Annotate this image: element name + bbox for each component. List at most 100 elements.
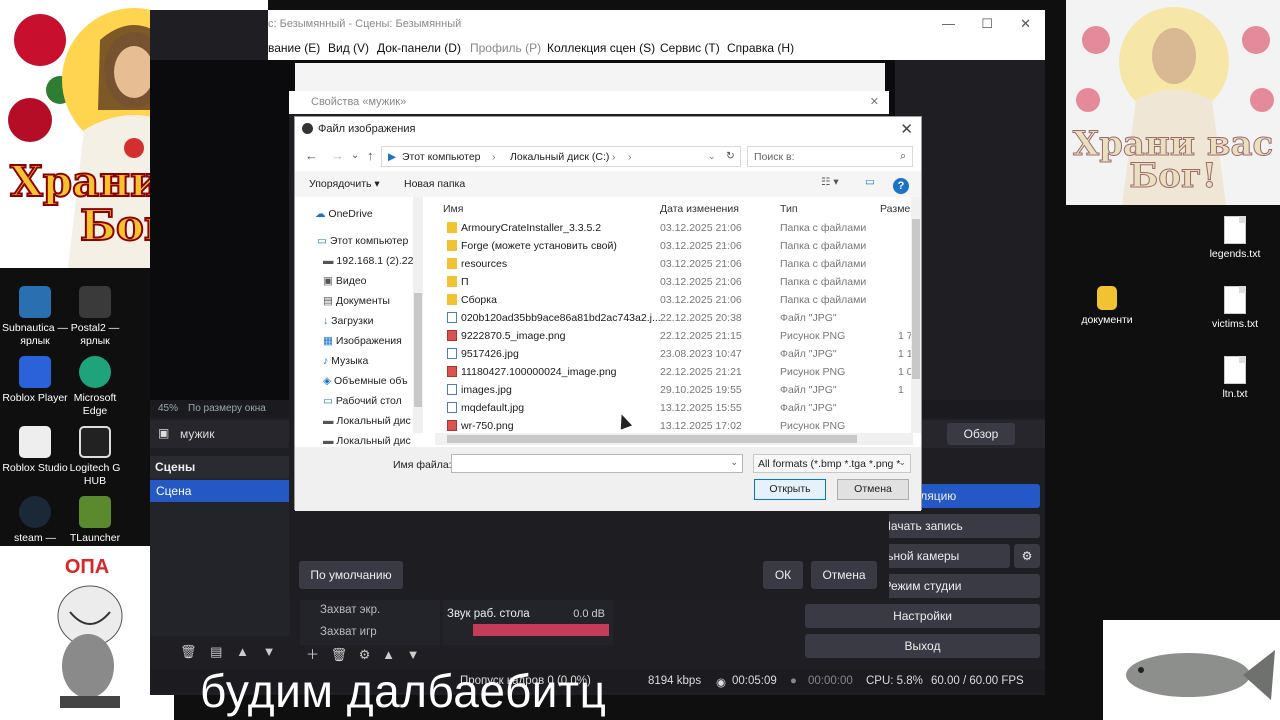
column-header-size[interactable]: Разме bbox=[880, 203, 910, 215]
zoom-mode[interactable]: По размеру окна bbox=[188, 403, 266, 414]
file-row[interactable]: 9222870.5_image.png 22.12.2025 21:15 Рисун… bbox=[435, 327, 913, 345]
file-row[interactable]: 9517426.jpg 23.08.2023 10:47 Файл "JPG" 1 1 bbox=[435, 345, 913, 363]
file-row[interactable]: 020b120ad35bb9ace86a81bd2ac743a2.j... 22.… bbox=[435, 309, 913, 327]
view-options-icon[interactable]: ☷ ▾ bbox=[821, 176, 839, 188]
tree-scrollbar[interactable] bbox=[413, 197, 423, 433]
desktop-shortcut-postal2[interactable]: Postal2 — ярлык bbox=[60, 286, 130, 348]
filter-icon[interactable]: ▤ bbox=[210, 644, 222, 659]
trash-icon[interactable]: 🗑 bbox=[180, 644, 197, 659]
desktop-file-ltn[interactable]: ltn.txt bbox=[1200, 356, 1270, 401]
menu-tools[interactable]: Сервис (T) bbox=[660, 41, 720, 55]
back-arrow-icon[interactable]: ← bbox=[305, 148, 318, 163]
tree-item-desktop[interactable]: ▭ Рабочий стол bbox=[323, 395, 402, 407]
tree-item-pictures[interactable]: ▦ Изображения bbox=[323, 335, 402, 347]
menu-view[interactable]: Вид (V) bbox=[328, 41, 369, 55]
tree-item-3d-objects[interactable]: ◈ Объемные объ bbox=[323, 375, 408, 387]
obs-menubar: вание (E) Вид (V) Док-панели (D) Профиль… bbox=[268, 38, 1045, 60]
source-item[interactable]: Захват экр. bbox=[320, 604, 380, 616]
tree-item-documents[interactable]: ▤ Документы bbox=[323, 295, 390, 307]
file-row[interactable]: mqdefault.jpg 13.12.2025 15:55 Файл "JPG" bbox=[435, 399, 913, 417]
column-header-name[interactable]: Имя bbox=[443, 203, 463, 215]
file-date: 03.12.2025 21:06 bbox=[660, 258, 742, 270]
desktop-shortcut-tlauncher[interactable]: TLauncher bbox=[60, 496, 130, 545]
maximize-icon[interactable]: ☐ bbox=[981, 16, 993, 32]
open-button[interactable]: Открыть bbox=[754, 479, 826, 500]
close-icon[interactable]: ✕ bbox=[870, 91, 879, 114]
breadcrumb-drive[interactable]: Локальный диск (C:) bbox=[510, 151, 609, 163]
file-row[interactable]: П 03.12.2025 21:06 Папка с файлами bbox=[435, 273, 913, 291]
close-icon[interactable]: ✕ bbox=[1020, 16, 1031, 32]
gear-icon[interactable]: ⚙ bbox=[359, 647, 371, 662]
minimize-icon[interactable]: — bbox=[942, 16, 955, 31]
arrow-up-icon[interactable]: ▲ bbox=[382, 647, 395, 662]
up-arrow-icon[interactable]: ↑ bbox=[367, 148, 374, 163]
close-icon[interactable]: ✕ bbox=[900, 120, 913, 138]
desktop-file-victims[interactable]: victims.txt bbox=[1200, 286, 1270, 331]
desktop-file-legends[interactable]: legends.txt bbox=[1200, 216, 1270, 261]
column-header-date[interactable]: Дата изменения bbox=[660, 203, 739, 215]
tree-item-local-disk[interactable]: ▬ Локальный дис bbox=[323, 415, 411, 427]
file-row[interactable]: resources 03.12.2025 21:06 Папка с файлами bbox=[435, 255, 913, 273]
desktop-shortcut-logitech[interactable]: Logitech G HUB bbox=[60, 426, 130, 488]
arrow-down-icon[interactable]: ▼ bbox=[263, 644, 276, 659]
chevron-down-icon[interactable]: ⌄ bbox=[730, 457, 738, 468]
add-icon[interactable]: ＋ bbox=[306, 647, 319, 662]
address-bar[interactable]: ▶ Этот компьютер › Локальный диск (C:) ›… bbox=[381, 146, 741, 167]
file-row[interactable]: Сборка 03.12.2025 21:06 Папка с файлами bbox=[435, 291, 913, 309]
breadcrumb-computer[interactable]: Этот компьютер bbox=[402, 151, 481, 163]
tree-item-videos[interactable]: ▣ Видео bbox=[323, 275, 367, 287]
arrow-up-icon[interactable]: ▲ bbox=[236, 644, 249, 659]
arrow-down-icon[interactable]: ▼ bbox=[407, 647, 420, 662]
settings-button[interactable]: Настройки bbox=[805, 604, 1040, 628]
tree-scroll-thumb[interactable] bbox=[414, 293, 422, 407]
tree-item-local-disk-2[interactable]: ▬ Локальный дис bbox=[323, 435, 411, 447]
desktop-shortcut-edge[interactable]: Microsoft Edge bbox=[60, 356, 130, 418]
list-hscroll-thumb[interactable] bbox=[447, 435, 857, 443]
browse-button[interactable]: Обзор bbox=[947, 423, 1015, 445]
file-type: Файл "JPG" bbox=[780, 402, 837, 414]
list-scroll-thumb[interactable] bbox=[912, 219, 920, 379]
column-header-type[interactable]: Тип bbox=[780, 203, 798, 215]
tree-item-music[interactable]: ♪ Музыка bbox=[323, 355, 368, 367]
menu-scene-collection[interactable]: Коллекция сцен (S) bbox=[547, 41, 655, 55]
filename-input[interactable]: ⌄ bbox=[451, 454, 743, 473]
menu-docks[interactable]: Док-панели (D) bbox=[377, 41, 461, 55]
ok-button[interactable]: ОК bbox=[763, 561, 803, 589]
menu-help[interactable]: Справка (H) bbox=[727, 41, 794, 55]
filetype-select[interactable]: All formats (*.bmp *.tga *.png * ⌄ bbox=[753, 454, 911, 473]
file-row[interactable]: 11180427.100000024_image.png 22.12.2025 2… bbox=[435, 363, 913, 381]
trash-icon[interactable]: 🗑 bbox=[331, 647, 348, 662]
file-row[interactable]: ArmouryCrateInstaller_3.3.5.2 03.12.2025 … bbox=[435, 219, 913, 237]
tree-item-onedrive[interactable]: ☁ OneDrive bbox=[315, 208, 373, 220]
search-input[interactable]: Поиск в: ⌕ bbox=[747, 146, 913, 167]
refresh-icon[interactable]: ↻ bbox=[726, 150, 735, 162]
tree-item-this-pc[interactable]: ▭ Этот компьютер bbox=[317, 235, 408, 247]
forward-arrow-icon[interactable]: → bbox=[331, 148, 344, 163]
menu-profile[interactable]: Профиль (P) bbox=[470, 41, 541, 55]
file-row[interactable]: images.jpg 29.10.2025 19:55 Файл "JPG" 1 bbox=[435, 381, 913, 399]
exit-button[interactable]: Выход bbox=[805, 634, 1040, 658]
tree-item-network-drive[interactable]: ▬ 192.168.1 (2).22 bbox=[323, 255, 413, 267]
new-folder-button[interactable]: Новая папка bbox=[404, 178, 465, 190]
menu-edit[interactable]: вание (E) bbox=[268, 41, 320, 55]
cancel-button[interactable]: Отмена bbox=[811, 561, 877, 589]
preview-pane-icon[interactable]: ▭ bbox=[865, 176, 875, 188]
scene-item[interactable]: Сцена bbox=[150, 480, 290, 502]
help-icon[interactable]: ? bbox=[893, 178, 909, 194]
desktop-folder-documents[interactable]: документи bbox=[1072, 286, 1142, 327]
cancel-button[interactable]: Отмена bbox=[837, 479, 909, 500]
recent-dropdown-icon[interactable]: ⌄ bbox=[351, 150, 359, 161]
list-horizontal-scrollbar[interactable] bbox=[435, 433, 913, 445]
defaults-button[interactable]: По умолчанию bbox=[299, 561, 403, 589]
source-item[interactable]: Захват игр bbox=[320, 626, 377, 638]
file-row[interactable]: Forge (можете установить свой) 03.12.2025… bbox=[435, 237, 913, 255]
file-row[interactable]: wr-750.png 13.12.2025 17:02 Рисунок PNG bbox=[435, 417, 913, 433]
tree-item-downloads[interactable]: ↓ Загрузки bbox=[323, 315, 373, 327]
virtual-camera-settings-icon[interactable]: ⚙ bbox=[1014, 544, 1040, 568]
list-scrollbar[interactable] bbox=[911, 197, 921, 433]
record-icon: ● bbox=[790, 675, 797, 687]
address-dropdown-icon[interactable]: ⌄ bbox=[708, 151, 716, 162]
organize-button[interactable]: Упорядочить ▾ bbox=[309, 178, 380, 190]
zoom-percent[interactable]: 45% bbox=[158, 403, 178, 414]
scenes-dock: Сцены Сцена bbox=[150, 456, 290, 636]
